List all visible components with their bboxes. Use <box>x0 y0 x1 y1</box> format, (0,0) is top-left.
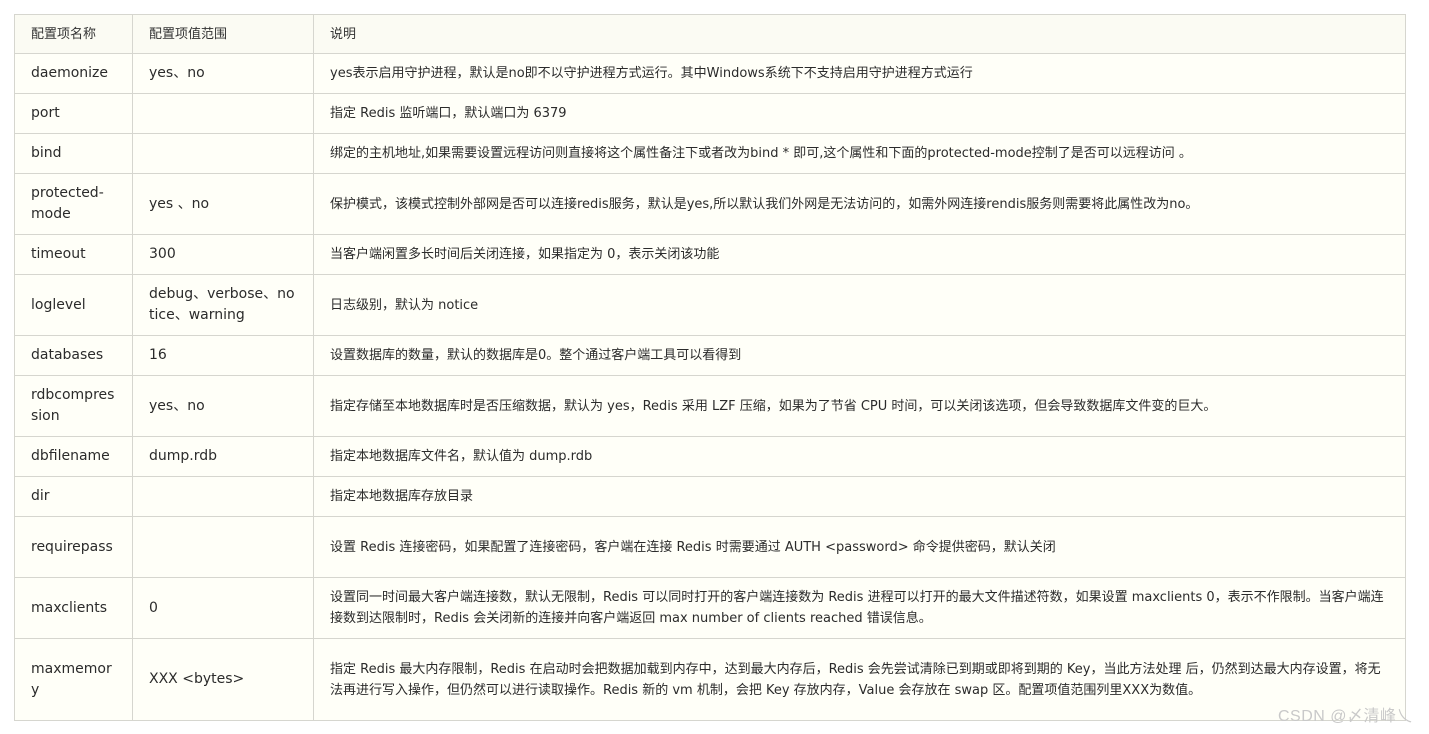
config-range-cell <box>132 133 314 174</box>
table-row: loglevel debug、verbose、notice、warning 日志… <box>14 274 1406 336</box>
config-desc-cell: 指定本地数据库文件名，默认值为 dump.rdb <box>313 436 1406 477</box>
config-desc-cell: 绑定的主机地址,如果需要设置远程访问则直接将这个属性备注下或者改为bind * … <box>313 133 1406 174</box>
table-row: maxmemory XXX <bytes> 指定 Redis 最大内存限制，Re… <box>14 638 1406 721</box>
config-name-cell: bind <box>14 133 133 174</box>
table-row: bind 绑定的主机地址,如果需要设置远程访问则直接将这个属性备注下或者改为bi… <box>14 133 1406 174</box>
table-row: rdbcompression yes、no 指定存储至本地数据库时是否压缩数据，… <box>14 375 1406 437</box>
config-name-cell: daemonize <box>14 53 133 94</box>
config-desc-cell: 保护模式，该模式控制外部网是否可以连接redis服务，默认是yes,所以默认我们… <box>313 173 1406 235</box>
config-desc-cell: 设置同一时间最大客户端连接数，默认无限制，Redis 可以同时打开的客户端连接数… <box>313 577 1406 639</box>
config-range-cell: 16 <box>132 335 314 376</box>
header-description: 说明 <box>313 14 1406 54</box>
config-name-cell: loglevel <box>14 274 133 336</box>
config-desc-cell: 当客户端闲置多长时间后关闭连接，如果指定为 0，表示关闭该功能 <box>313 234 1406 275</box>
config-name-cell: timeout <box>14 234 133 275</box>
config-range-cell: 0 <box>132 577 314 639</box>
header-config-name: 配置项名称 <box>14 14 133 54</box>
table-row: databases 16 设置数据库的数量，默认的数据库是0。整个通过客户端工具… <box>14 335 1406 376</box>
config-range-cell <box>132 93 314 134</box>
table-row: timeout 300 当客户端闲置多长时间后关闭连接，如果指定为 0，表示关闭… <box>14 234 1406 275</box>
config-desc-cell: 指定 Redis 最大内存限制，Redis 在启动时会把数据加载到内存中，达到最… <box>313 638 1406 721</box>
config-desc-cell: 设置 Redis 连接密码，如果配置了连接密码，客户端在连接 Redis 时需要… <box>313 516 1406 578</box>
header-config-range: 配置项值范围 <box>132 14 314 54</box>
config-name-cell: rdbcompression <box>14 375 133 437</box>
config-table-container: 配置项名称 配置项值范围 说明 daemonize yes、no yes表示启用… <box>14 14 1406 721</box>
config-range-cell: yes、no <box>132 375 314 437</box>
table-row: protected-mode yes 、no 保护模式，该模式控制外部网是否可以… <box>14 173 1406 235</box>
csdn-watermark: CSDN @〆清峰乀 <box>1277 708 1413 725</box>
config-range-cell <box>132 516 314 578</box>
table-row: dir 指定本地数据库存放目录 <box>14 476 1406 517</box>
config-name-cell: dir <box>14 476 133 517</box>
table-row: requirepass 设置 Redis 连接密码，如果配置了连接密码，客户端在… <box>14 516 1406 578</box>
config-name-cell: maxclients <box>14 577 133 639</box>
config-name-cell: maxmemory <box>14 638 133 721</box>
table-row: port 指定 Redis 监听端口，默认端口为 6379 <box>14 93 1406 134</box>
config-desc-cell: 指定本地数据库存放目录 <box>313 476 1406 517</box>
table-header-row: 配置项名称 配置项值范围 说明 <box>14 14 1406 54</box>
config-name-cell: protected-mode <box>14 173 133 235</box>
config-range-cell: dump.rdb <box>132 436 314 477</box>
config-desc-cell: 指定存储至本地数据库时是否压缩数据，默认为 yes，Redis 采用 LZF 压… <box>313 375 1406 437</box>
config-name-cell: dbfilename <box>14 436 133 477</box>
table-row: daemonize yes、no yes表示启用守护进程，默认是no即不以守护进… <box>14 53 1406 94</box>
config-range-cell: yes、no <box>132 53 314 94</box>
config-name-cell: requirepass <box>14 516 133 578</box>
table-row: maxclients 0 设置同一时间最大客户端连接数，默认无限制，Redis … <box>14 577 1406 639</box>
config-range-cell: 300 <box>132 234 314 275</box>
config-name-cell: port <box>14 93 133 134</box>
config-range-cell: yes 、no <box>132 173 314 235</box>
table-row: dbfilename dump.rdb 指定本地数据库文件名，默认值为 dump… <box>14 436 1406 477</box>
config-range-cell <box>132 476 314 517</box>
config-name-cell: databases <box>14 335 133 376</box>
config-desc-cell: 指定 Redis 监听端口，默认端口为 6379 <box>313 93 1406 134</box>
config-desc-cell: yes表示启用守护进程，默认是no即不以守护进程方式运行。其中Windows系统… <box>313 53 1406 94</box>
config-desc-cell: 设置数据库的数量，默认的数据库是0。整个通过客户端工具可以看得到 <box>313 335 1406 376</box>
config-range-cell: debug、verbose、notice、warning <box>132 274 314 336</box>
config-range-cell: XXX <bytes> <box>132 638 314 721</box>
redis-config-table: 配置项名称 配置项值范围 说明 daemonize yes、no yes表示启用… <box>14 14 1406 721</box>
config-desc-cell: 日志级别，默认为 notice <box>313 274 1406 336</box>
